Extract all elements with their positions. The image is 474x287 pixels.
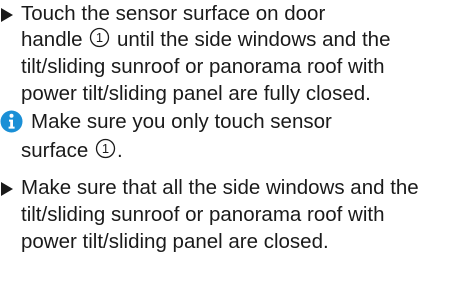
instruction-line: handle 1 until the side windows and the	[21, 27, 391, 51]
callout-number-icon: 1	[95, 138, 116, 159]
instruction-line: power tilt/sliding panel are fully close…	[21, 82, 371, 105]
instruction-line: tilt/sliding sunroof or panorama roof wi…	[21, 203, 385, 226]
instruction-line: tilt/sliding sunroof or panorama roof wi…	[21, 55, 385, 78]
instruction-line: Make sure that all the side windows and …	[21, 176, 419, 199]
arrow-bullet-icon	[1, 8, 13, 22]
callout-number-icon: 1	[90, 27, 110, 48]
instruction-line: power tilt/sliding panel are closed.	[21, 230, 329, 253]
arrow-bullet-icon	[1, 182, 13, 196]
info-icon	[0, 110, 23, 133]
svg-text:1: 1	[96, 30, 103, 45]
info-note-line: surface 1 .	[21, 138, 123, 162]
instruction-line: Touch the sensor surface on door	[21, 2, 326, 25]
manual-page: Touch the sensor surface on door handle …	[0, 0, 474, 287]
svg-text:1: 1	[102, 141, 109, 156]
info-note-line: Make sure you only touch sensor	[31, 110, 332, 133]
